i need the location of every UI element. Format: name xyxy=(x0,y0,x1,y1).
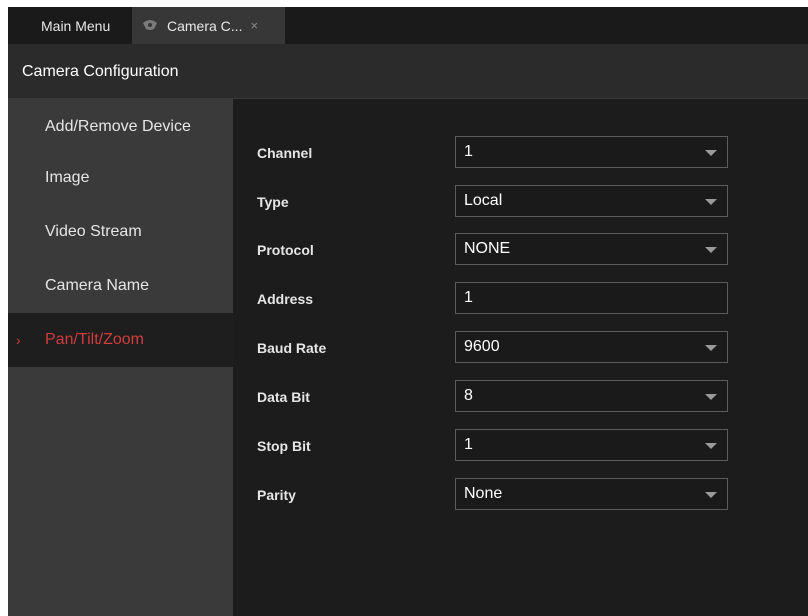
form-row-stop-bit: Stop Bit 1 xyxy=(233,429,808,463)
tab-main-menu[interactable]: Main Menu xyxy=(18,7,132,44)
data-bit-label: Data Bit xyxy=(257,389,310,405)
type-value: Local xyxy=(464,192,503,209)
protocol-select[interactable]: NONE xyxy=(455,233,728,265)
stop-bit-label: Stop Bit xyxy=(257,438,311,454)
protocol-label: Protocol xyxy=(257,242,314,258)
form-row-baud-rate: Baud Rate 9600 xyxy=(233,331,808,365)
collapse-chevron-icon[interactable]: › xyxy=(8,64,14,80)
sidebar-item-label: Pan/Tilt/Zoom xyxy=(45,331,144,348)
page-title: Camera Configuration xyxy=(22,62,179,80)
form-row-address: Address 1 xyxy=(233,282,808,316)
tab-main-menu-label: Main Menu xyxy=(41,17,111,34)
baud-rate-select[interactable]: 9600 xyxy=(455,331,728,363)
camera-icon xyxy=(142,18,158,34)
active-chevron-icon: › xyxy=(16,332,21,348)
sidebar-item-image[interactable]: Image xyxy=(8,151,233,205)
sidebar-item-video-stream[interactable]: Video Stream xyxy=(8,205,233,259)
camera-config-window: Main Menu Camera C... × › Camera Configu… xyxy=(8,7,808,616)
tab-camera-label: Camera C... xyxy=(167,17,243,34)
dropdown-arrow-icon xyxy=(705,394,717,400)
baud-rate-value: 9600 xyxy=(464,338,500,355)
form-row-channel: Channel 1 xyxy=(233,136,808,170)
parity-value: None xyxy=(464,485,503,502)
sidebar-item-camera-name[interactable]: Camera Name xyxy=(8,259,233,313)
dropdown-arrow-icon xyxy=(705,150,717,156)
close-icon[interactable]: × xyxy=(250,18,258,33)
dropdown-arrow-icon xyxy=(705,492,717,498)
ptz-form: Channel 1 Type Local Protocol NONE Addre… xyxy=(233,99,808,616)
stop-bit-select[interactable]: 1 xyxy=(455,429,728,461)
parity-label: Parity xyxy=(257,487,296,503)
tab-camera-configuration[interactable]: Camera C... × xyxy=(132,7,285,44)
tab-bar: Main Menu Camera C... × xyxy=(8,7,808,45)
form-row-data-bit: Data Bit 8 xyxy=(233,380,808,414)
page-header: › Camera Configuration xyxy=(8,45,808,99)
parity-select[interactable]: None xyxy=(455,478,728,510)
address-label: Address xyxy=(257,291,314,307)
sidebar-item-label: Video Stream xyxy=(45,223,142,240)
form-row-type: Type Local xyxy=(233,185,808,219)
sidebar-item-label: Image xyxy=(45,169,90,186)
address-input[interactable]: 1 xyxy=(455,282,728,314)
data-bit-select[interactable]: 8 xyxy=(455,380,728,412)
stop-bit-value: 1 xyxy=(464,436,473,453)
sidebar-item-add-remove-device[interactable]: Add/Remove Device xyxy=(8,99,233,151)
sidebar: Add/Remove Device Image Video Stream Cam… xyxy=(8,99,233,616)
channel-label: Channel xyxy=(257,145,313,161)
form-row-parity: Parity None xyxy=(233,478,808,512)
data-bit-value: 8 xyxy=(464,387,473,404)
sidebar-item-pan-tilt-zoom[interactable]: › Pan/Tilt/Zoom xyxy=(8,313,233,367)
dropdown-arrow-icon xyxy=(705,247,717,253)
type-select[interactable]: Local xyxy=(455,185,728,217)
protocol-value: NONE xyxy=(464,240,511,257)
form-row-protocol: Protocol NONE xyxy=(233,233,808,267)
address-value: 1 xyxy=(464,289,473,306)
baud-rate-label: Baud Rate xyxy=(257,340,327,356)
dropdown-arrow-icon xyxy=(705,443,717,449)
sidebar-item-label: Camera Name xyxy=(45,277,150,294)
type-label: Type xyxy=(257,194,289,210)
sidebar-item-label: Add/Remove Device xyxy=(45,118,191,135)
channel-select[interactable]: 1 xyxy=(455,136,728,168)
dropdown-arrow-icon xyxy=(705,199,717,205)
channel-value: 1 xyxy=(464,143,473,160)
dropdown-arrow-icon xyxy=(705,345,717,351)
